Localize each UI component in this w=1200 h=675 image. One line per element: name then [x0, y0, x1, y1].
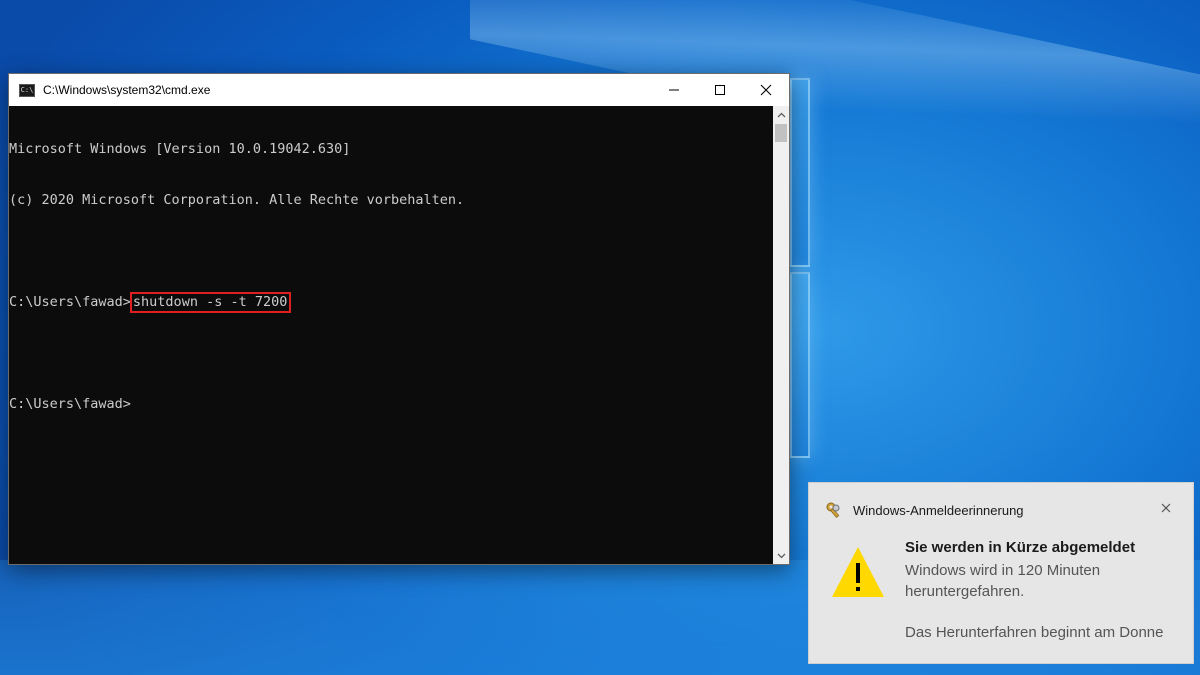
scroll-up-button[interactable]	[773, 106, 789, 123]
console-line: (c) 2020 Microsoft Corporation. Alle Rec…	[9, 192, 465, 208]
toast-title: Sie werden in Kürze abgemeldet	[905, 539, 1136, 556]
minimize-button[interactable]	[651, 74, 697, 106]
highlighted-command: shutdown -s -t 7200	[129, 292, 292, 313]
windows-logo-pane-top	[790, 78, 810, 267]
toast-detail: Das Herunterfahren beginnt am Donne	[905, 624, 1164, 641]
scroll-thumb[interactable]	[775, 124, 787, 142]
toast-notification[interactable]: Windows-Anmeldeerinnerung Sie werden in …	[808, 482, 1194, 664]
cmd-window[interactable]: C:\ C:\Windows\system32\cmd.exe Microsof…	[8, 73, 790, 565]
window-controls	[651, 74, 789, 106]
toast-close-button[interactable]	[1159, 501, 1173, 515]
minimize-icon	[669, 89, 679, 91]
console-line-command: C:\Users\fawad> shutdown -s -t 7200	[9, 292, 773, 313]
console-line: Microsoft Windows [Version 10.0.19042.63…	[9, 141, 351, 157]
cmd-titlebar[interactable]: C:\ C:\Windows\system32\cmd.exe	[9, 74, 789, 106]
windows-logo-pane-bottom	[790, 272, 810, 458]
toast-header: Windows-Anmeldeerinnerung	[825, 501, 1024, 519]
scroll-down-button[interactable]	[773, 547, 789, 564]
close-icon	[760, 84, 772, 96]
toast-message: Windows wird in 120 Minuten heruntergefa…	[905, 562, 1101, 600]
toast-app-name: Windows-Anmeldeerinnerung	[853, 502, 1024, 518]
prompt: C:\Users\fawad>	[9, 396, 131, 412]
cmd-icon: C:\	[19, 83, 35, 97]
vertical-scrollbar[interactable]	[773, 106, 789, 564]
maximize-icon	[715, 85, 725, 95]
console-output[interactable]: Microsoft Windows [Version 10.0.19042.63…	[9, 106, 773, 565]
maximize-button[interactable]	[697, 74, 743, 106]
console-line-prompt[interactable]: C:\Users\fawad>	[9, 396, 773, 413]
warning-icon	[831, 545, 885, 604]
close-icon	[1161, 503, 1171, 513]
chevron-up-icon	[777, 112, 785, 117]
keys-icon	[826, 502, 840, 519]
close-button[interactable]	[743, 74, 789, 106]
prompt: C:\Users\fawad>	[9, 294, 131, 310]
chevron-down-icon	[777, 553, 785, 558]
window-title: C:\Windows\system32\cmd.exe	[43, 83, 211, 97]
